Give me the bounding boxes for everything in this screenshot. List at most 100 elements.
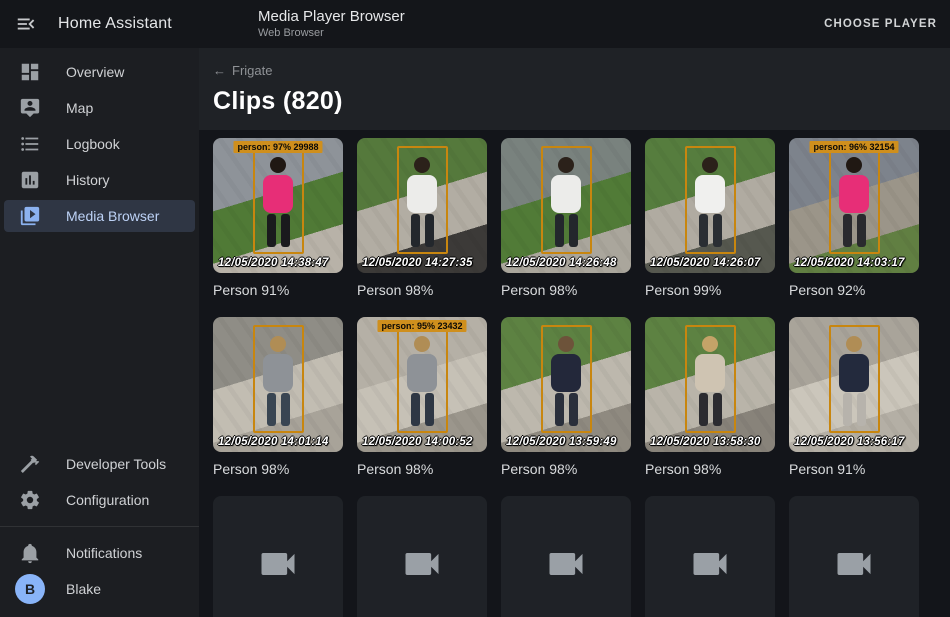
- detection-bbox: [829, 325, 880, 433]
- detection-bbox: [541, 325, 592, 433]
- clip-card[interactable]: person: 97% 29988 12/05/2020 14:38:47 Pe…: [213, 138, 343, 298]
- detection-label: person: 96% 32154: [809, 141, 898, 153]
- video-camera-icon: [544, 542, 588, 586]
- folder-thumbnail: [501, 496, 631, 617]
- gear-icon: [18, 488, 42, 512]
- breadcrumb-back[interactable]: ← Frigate: [213, 63, 272, 78]
- clip-caption: Person 98%: [357, 461, 487, 477]
- sidebar-toggle-button[interactable]: [6, 4, 46, 44]
- detection-bbox: [541, 146, 592, 254]
- folder-card-last-month[interactable]: Last Month (318): [645, 496, 775, 617]
- clip-card[interactable]: 12/05/2020 14:27:35 Person 98%: [357, 138, 487, 298]
- sidebar-item-label: Media Browser: [66, 208, 159, 224]
- folder-thumbnail: [789, 496, 919, 617]
- clips-grid: person: 97% 29988 12/05/2020 14:38:47 Pe…: [199, 130, 950, 617]
- detection-label: person: 97% 29988: [233, 141, 322, 153]
- sidebar-item-profile[interactable]: B Blake: [4, 573, 195, 605]
- clip-card[interactable]: 12/05/2020 14:26:48 Person 98%: [501, 138, 631, 298]
- video-camera-icon: [688, 542, 732, 586]
- content-header: ← Frigate Clips (820): [199, 48, 950, 130]
- clip-caption: Person 91%: [213, 282, 343, 298]
- clip-caption: Person 98%: [501, 282, 631, 298]
- clip-timestamp: 12/05/2020 14:03:17: [794, 257, 917, 269]
- sidebar-spacer: [0, 234, 199, 446]
- sidebar-item-label: Logbook: [66, 136, 120, 152]
- clip-timestamp: 12/05/2020 14:27:35: [362, 257, 485, 269]
- clip-thumbnail: 12/05/2020 14:27:35: [357, 138, 487, 273]
- media-header-subtitle: Web Browser: [258, 27, 405, 40]
- clip-thumbnail: 12/05/2020 14:01:14: [213, 317, 343, 452]
- clip-timestamp: 12/05/2020 14:00:52: [362, 436, 485, 448]
- detection-bbox: [685, 146, 736, 254]
- folder-card-today[interactable]: Today (164): [213, 496, 343, 617]
- clip-timestamp: 12/05/2020 14:01:14: [218, 436, 341, 448]
- clip-timestamp: 12/05/2020 14:38:47: [218, 257, 341, 269]
- back-arrow-icon: ←: [213, 63, 226, 78]
- clip-card[interactable]: person: 95% 23432 12/05/2020 14:00:52 Pe…: [357, 317, 487, 477]
- detection-bbox: [397, 325, 448, 433]
- clip-card[interactable]: 12/05/2020 13:56:17 Person 91%: [789, 317, 919, 477]
- detection-bbox: [253, 325, 304, 433]
- clip-card[interactable]: person: 96% 32154 12/05/2020 14:03:17 Pe…: [789, 138, 919, 298]
- clip-caption: Person 98%: [357, 282, 487, 298]
- folder-thumbnail: [357, 496, 487, 617]
- menu-open-icon: [15, 13, 37, 35]
- sidebar-item-overview[interactable]: Overview: [4, 56, 195, 88]
- folder-thumbnail: [645, 496, 775, 617]
- sidebar-item-label: Map: [66, 100, 93, 116]
- sidebar-item-notifications[interactable]: Notifications: [4, 537, 195, 569]
- sidebar-item-label: Configuration: [66, 492, 149, 508]
- sidebar-item-media-browser[interactable]: Media Browser: [4, 200, 195, 232]
- hammer-icon: [18, 452, 42, 476]
- clip-caption: Person 98%: [213, 461, 343, 477]
- media-browser-content: ← Frigate Clips (820) person: 97% 29988 …: [199, 48, 950, 617]
- clip-caption: Person 98%: [645, 461, 775, 477]
- clip-timestamp: 12/05/2020 13:59:49: [506, 436, 629, 448]
- clip-card[interactable]: 12/05/2020 13:58:30 Person 98%: [645, 317, 775, 477]
- chart-box-icon: [18, 168, 42, 192]
- clip-timestamp: 12/05/2020 14:26:48: [506, 257, 629, 269]
- app-title: Home Assistant: [58, 15, 172, 33]
- sidebar-item-developer-tools[interactable]: Developer Tools: [4, 448, 195, 480]
- sidebar-item-label: Developer Tools: [66, 456, 166, 472]
- app-bar-left: Home Assistant: [0, 4, 199, 44]
- clip-thumbnail: 12/05/2020 13:59:49: [501, 317, 631, 452]
- clip-thumbnail: person: 97% 29988 12/05/2020 14:38:47: [213, 138, 343, 273]
- sidebar-item-logbook[interactable]: Logbook: [4, 128, 195, 160]
- media-header-title: Media Player Browser: [258, 8, 405, 25]
- app-bar: Home Assistant Media Player Browser Web …: [0, 0, 950, 48]
- clip-timestamp: 12/05/2020 13:56:17: [794, 436, 917, 448]
- sidebar-item-label: Notifications: [66, 545, 142, 561]
- folder-card-this-month[interactable]: This Month (502): [501, 496, 631, 617]
- folder-thumbnail: [213, 496, 343, 617]
- detection-label: person: 95% 23432: [377, 320, 466, 332]
- clip-thumbnail: 12/05/2020 13:58:30: [645, 317, 775, 452]
- clip-thumbnail: 12/05/2020 14:26:48: [501, 138, 631, 273]
- breadcrumb-label: Frigate: [232, 63, 272, 78]
- clip-caption: Person 98%: [501, 461, 631, 477]
- avatar: B: [15, 574, 45, 604]
- sidebar: Overview Map Logbook History Media Brows…: [0, 48, 199, 617]
- sidebar-item-label: History: [66, 172, 110, 188]
- video-camera-icon: [256, 542, 300, 586]
- clip-thumbnail: 12/05/2020 13:56:17: [789, 317, 919, 452]
- sidebar-item-label: Overview: [66, 64, 124, 80]
- detection-bbox: [397, 146, 448, 254]
- clip-caption: Person 92%: [789, 282, 919, 298]
- clip-card[interactable]: 12/05/2020 14:26:07 Person 99%: [645, 138, 775, 298]
- sidebar-item-configuration[interactable]: Configuration: [4, 484, 195, 516]
- clip-card[interactable]: 12/05/2020 13:59:49 Person 98%: [501, 317, 631, 477]
- user-name: Blake: [66, 581, 101, 597]
- clip-timestamp: 12/05/2020 14:26:07: [650, 257, 773, 269]
- folder-card-yesterday[interactable]: Yesterday (209): [357, 496, 487, 617]
- clip-caption: Person 99%: [645, 282, 775, 298]
- folder-card-back[interactable]: Back (427): [789, 496, 919, 617]
- sidebar-item-map[interactable]: Map: [4, 92, 195, 124]
- view-dashboard-icon: [18, 60, 42, 84]
- play-box-multiple-icon: [18, 204, 42, 228]
- bell-icon: [18, 541, 42, 565]
- clip-card[interactable]: 12/05/2020 14:01:14 Person 98%: [213, 317, 343, 477]
- detection-bbox: [253, 146, 304, 254]
- choose-player-button[interactable]: CHOOSE PLAYER: [824, 18, 937, 30]
- sidebar-item-history[interactable]: History: [4, 164, 195, 196]
